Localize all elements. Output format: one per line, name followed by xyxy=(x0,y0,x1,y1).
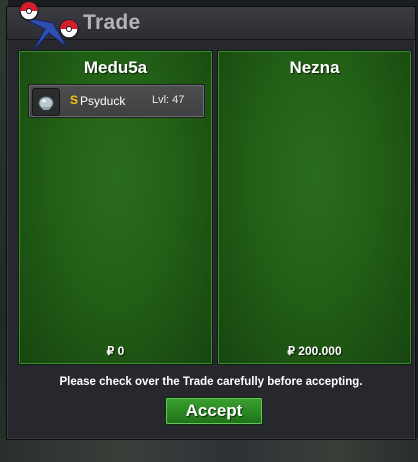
coin-icon: S xyxy=(70,93,79,107)
window-title: Trade xyxy=(83,11,141,34)
partner-offer-panel: Nezna ₽ 200.000 xyxy=(217,50,412,365)
background-game-strip xyxy=(0,438,418,462)
pokeball-logo-icon xyxy=(19,1,79,52)
item-name: Psyduck xyxy=(80,94,126,108)
partner-money-amount: ₽ 200.000 xyxy=(287,344,342,358)
trade-window: Trade Medu5a S Psyduck Lvl: 47 ₽ 0 Nezna… xyxy=(6,1,416,440)
trade-item-slot[interactable]: S Psyduck Lvl: 47 xyxy=(28,84,205,118)
my-player-name: Medu5a xyxy=(83,58,148,77)
my-money-amount: ₽ 0 xyxy=(106,344,125,358)
pokemon-sprite-icon xyxy=(32,88,60,116)
trade-notice-text: Please check over the Trade carefully be… xyxy=(59,376,363,388)
accept-button[interactable]: Accept xyxy=(165,397,263,425)
my-offer-panel: Medu5a S Psyduck Lvl: 47 ₽ 0 xyxy=(18,50,213,365)
item-level: Lvl: 47 xyxy=(152,94,185,106)
partner-player-name: Nezna xyxy=(289,58,340,77)
